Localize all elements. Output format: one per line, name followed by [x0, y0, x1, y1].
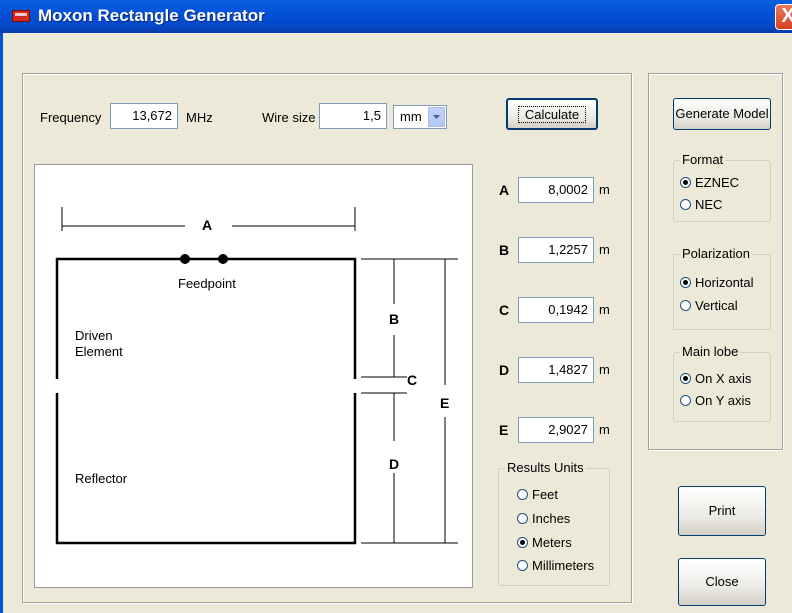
dimension-a-label: A — [202, 217, 213, 233]
wire-unit-select[interactable]: mm — [393, 105, 447, 129]
wire-size-label: Wire size — [262, 110, 316, 125]
radio-icon — [680, 199, 691, 210]
calculate-button[interactable]: Calculate — [506, 98, 598, 130]
main-lobe-group: Main lobe On X axis On Y axis — [673, 344, 771, 422]
lobe-y-axis-radio[interactable]: On Y axis — [680, 393, 751, 409]
unit-inches-radio[interactable]: Inches — [517, 511, 570, 527]
polarization-group: Polarization Horizontal Vertical — [673, 246, 771, 330]
unit-millimeters-radio[interactable]: Millimeters — [517, 558, 594, 574]
dimension-e-label: E — [440, 395, 450, 411]
polarization-horizontal-label: Horizontal — [695, 275, 754, 290]
result-b-label: B — [499, 242, 510, 258]
radio-selected-icon — [680, 277, 691, 288]
polarization-vertical-label: Vertical — [695, 298, 738, 313]
format-group: Format EZNEC NEC — [673, 152, 771, 222]
result-e-label: E — [499, 422, 509, 438]
wire-unit-value: mm — [400, 109, 422, 124]
unit-millimeters-label: Millimeters — [532, 558, 595, 573]
radio-icon — [680, 300, 691, 311]
window-border-left — [0, 33, 3, 613]
dimension-d-label: D — [389, 456, 400, 472]
lobe-x-axis-label: On X axis — [695, 371, 752, 386]
driven-label-line1: Driven — [75, 328, 113, 343]
results-units-title: Results Units — [505, 460, 586, 475]
close-window-button[interactable]: X — [775, 4, 792, 30]
radio-selected-icon — [517, 537, 528, 548]
result-e-unit: m — [599, 422, 610, 437]
format-title: Format — [680, 152, 726, 167]
radio-icon — [517, 560, 528, 571]
unit-meters-label: Meters — [532, 535, 572, 550]
dimension-b-label: B — [389, 311, 400, 327]
result-e-value[interactable]: 2,9027 — [518, 417, 594, 443]
unit-feet-label: Feet — [532, 487, 559, 502]
frequency-label: Frequency — [40, 110, 102, 125]
lobe-y-axis-label: On Y axis — [695, 393, 751, 408]
result-c-unit: m — [599, 302, 610, 317]
result-d-unit: m — [599, 362, 610, 377]
wire-size-input[interactable]: 1,5 — [319, 103, 387, 129]
close-label: Close — [705, 574, 739, 589]
format-nec-radio[interactable]: NEC — [680, 197, 722, 213]
print-button[interactable]: Print — [678, 486, 766, 536]
main-lobe-title: Main lobe — [680, 344, 741, 359]
result-a-value[interactable]: 8,0002 — [518, 177, 594, 203]
unit-feet-radio[interactable]: Feet — [517, 487, 558, 503]
result-a-label: A — [499, 182, 510, 198]
result-c-label: C — [499, 302, 510, 318]
calculate-label: Calculate — [517, 106, 587, 123]
result-d-label: D — [499, 362, 510, 378]
window-title: Moxon Rectangle Generator — [38, 6, 265, 25]
polarization-title: Polarization — [680, 246, 752, 261]
feedpoint-label: Feedpoint — [178, 276, 236, 291]
result-a-unit: m — [599, 182, 610, 197]
unit-meters-radio[interactable]: Meters — [517, 535, 572, 551]
radio-icon — [680, 395, 691, 406]
moxon-diagram: A B C D E Feedpoint Driven Element Refle… — [34, 164, 473, 588]
result-d-value[interactable]: 1,4827 — [518, 357, 594, 383]
generate-model-button[interactable]: Generate Model — [673, 98, 771, 130]
radio-selected-icon — [680, 177, 691, 188]
format-eznec-label: EZNEC — [695, 175, 740, 190]
result-b-unit: m — [599, 242, 610, 257]
print-label: Print — [708, 503, 736, 518]
polarization-vertical-radio[interactable]: Vertical — [680, 298, 738, 314]
result-b-value[interactable]: 1,2257 — [518, 237, 594, 263]
close-button[interactable]: Close — [678, 558, 766, 606]
unit-inches-label: Inches — [532, 511, 571, 526]
polarization-horizontal-radio[interactable]: Horizontal — [680, 275, 754, 291]
frequency-unit: MHz — [186, 110, 213, 125]
results-units-group: Results Units Feet Inches Meters Millime… — [498, 460, 610, 586]
generate-model-label: Generate Model — [675, 106, 769, 121]
radio-icon — [517, 489, 528, 500]
chevron-down-icon[interactable] — [428, 107, 445, 127]
reflector-label: Reflector — [75, 471, 128, 486]
dimension-c-label: C — [407, 372, 418, 388]
result-c-value[interactable]: 0,1942 — [518, 297, 594, 323]
format-eznec-radio[interactable]: EZNEC — [680, 175, 739, 191]
radio-icon — [517, 513, 528, 524]
format-nec-label: NEC — [695, 197, 723, 212]
title-bar: Moxon Rectangle Generator X — [0, 0, 792, 33]
app-icon — [12, 10, 30, 22]
driven-label-line2: Element — [75, 344, 123, 359]
frequency-input[interactable]: 13,672 — [110, 103, 178, 129]
lobe-x-axis-radio[interactable]: On X axis — [680, 371, 751, 387]
radio-selected-icon — [680, 373, 691, 384]
